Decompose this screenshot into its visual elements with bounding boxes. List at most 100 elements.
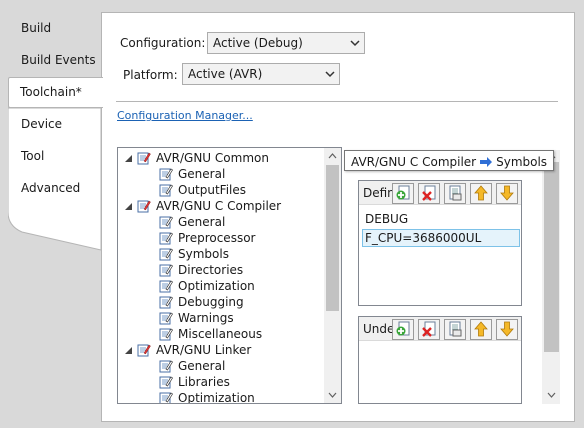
undefined-symbols-title: Unde — [363, 322, 395, 336]
edit-page-icon — [159, 392, 173, 403]
edit-page-icon — [159, 328, 173, 341]
tree-item-label: Preprocessor — [178, 231, 256, 245]
delete-symbol-button[interactable] — [418, 183, 440, 204]
edit-icon — [449, 321, 462, 337]
tree-item-label: General — [178, 167, 226, 181]
edit-page-icon — [159, 232, 173, 245]
edit-page-icon — [137, 200, 151, 213]
tree-item-general[interactable]: General — [159, 214, 225, 230]
tree-item-symbols[interactable]: Symbols — [159, 246, 229, 262]
tree-item-label: OutputFiles — [178, 183, 247, 197]
symbol-list-item[interactable]: DEBUG — [362, 210, 520, 228]
edit-symbol-button[interactable] — [444, 183, 466, 204]
right-arrow-icon — [480, 156, 493, 167]
collapse-triangle-icon[interactable] — [124, 154, 133, 163]
move-down-button[interactable] — [496, 319, 518, 340]
add-symbol-button[interactable] — [392, 183, 414, 204]
move-up-icon — [474, 185, 488, 201]
configuration-manager-link[interactable]: Configuration Manager... — [117, 109, 253, 122]
add-icon — [396, 185, 410, 200]
tree-node-avr-gnu-common[interactable]: AVR/GNU Common — [124, 150, 269, 166]
tree-item-label: General — [178, 359, 226, 373]
edit-page-icon — [159, 312, 173, 325]
configuration-label: Configuration: — [120, 36, 206, 50]
add-symbol-button[interactable] — [392, 319, 414, 340]
collapse-triangle-icon[interactable] — [124, 346, 133, 355]
edit-page-icon — [159, 168, 173, 181]
configuration-select[interactable]: Active (Debug) — [207, 32, 365, 54]
tree-item-label: Optimization — [178, 279, 255, 293]
delete-symbol-button[interactable] — [418, 319, 440, 340]
move-down-button[interactable] — [496, 183, 518, 204]
defined-symbols-panel: Defin DEBUG F_CPU=3686000UL — [358, 180, 522, 306]
edit-page-icon — [159, 264, 173, 277]
tree-item-outputfiles[interactable]: OutputFiles — [159, 182, 246, 198]
platform-label: Platform: — [123, 68, 178, 82]
edit-page-icon — [159, 248, 173, 261]
edit-page-icon — [137, 344, 151, 357]
scroll-up-icon[interactable] — [328, 152, 337, 161]
tree-item-preprocessor[interactable]: Preprocessor — [159, 230, 255, 246]
tree-item-warnings[interactable]: Warnings — [159, 310, 234, 326]
edit-page-icon — [159, 360, 173, 373]
tree-node-label: AVR/GNU C Compiler — [156, 199, 282, 213]
edit-page-icon — [159, 296, 173, 309]
delete-icon — [422, 321, 436, 337]
tree-item-label: Directories — [178, 263, 244, 277]
defined-symbols-toolbar: Defin — [359, 181, 521, 205]
edit-symbol-button[interactable] — [444, 319, 466, 340]
edit-page-icon — [159, 376, 173, 389]
tree-item-label: Libraries — [178, 375, 230, 389]
tree-item-debugging[interactable]: Debugging — [159, 294, 244, 310]
move-down-icon — [500, 321, 514, 337]
collapse-triangle-icon[interactable] — [124, 202, 133, 211]
tree-item-label: Symbols — [178, 247, 229, 261]
tree-item-label: Optimization — [178, 391, 255, 404]
tree-scrollbar[interactable] — [324, 148, 341, 403]
tooltip-right-label: Symbols — [496, 154, 548, 169]
tree-item-label: Warnings — [178, 311, 234, 325]
chevron-down-icon — [325, 71, 335, 78]
scroll-down-icon[interactable] — [547, 390, 556, 399]
panel-scrollbar-thumb[interactable] — [544, 162, 559, 352]
platform-select[interactable]: Active (AVR) — [182, 63, 340, 85]
panel-scrollbar[interactable] — [542, 150, 560, 404]
tree-item-label: Miscellaneous — [178, 327, 263, 341]
symbol-list-item-selected[interactable]: F_CPU=3686000UL — [362, 229, 520, 247]
tree-node-label: AVR/GNU Linker — [156, 343, 252, 357]
move-up-button[interactable] — [470, 319, 492, 340]
tooltip-left-label: AVR/GNU C Compiler — [351, 154, 477, 169]
tree-item-optimization[interactable]: Optimization — [159, 390, 255, 404]
platform-select-value: Active (AVR) — [188, 67, 263, 81]
undefined-symbols-toolbar: Unde — [359, 317, 521, 341]
move-down-icon — [500, 185, 514, 201]
toolchain-tree: AVR/GNU Common General OutputFiles AVR/G… — [117, 147, 342, 404]
tree-scrollbar-thumb[interactable] — [326, 165, 339, 311]
undefined-symbols-panel: Unde — [358, 316, 522, 404]
tree-item-label: Debugging — [178, 295, 244, 309]
chevron-down-icon — [350, 40, 360, 47]
tree-item-miscellaneous[interactable]: Miscellaneous — [159, 326, 262, 342]
edit-page-icon — [159, 280, 173, 293]
move-up-button[interactable] — [470, 183, 492, 204]
edit-page-icon — [137, 152, 151, 165]
scroll-down-icon[interactable] — [328, 390, 337, 399]
tree-node-avr-gnu-c-compiler[interactable]: AVR/GNU C Compiler — [124, 198, 281, 214]
edit-page-icon — [159, 184, 173, 197]
configuration-select-value: Active (Debug) — [213, 36, 303, 50]
tree-item-general[interactable]: General — [159, 358, 225, 374]
add-icon — [396, 321, 410, 336]
edit-icon — [449, 185, 462, 201]
tree-node-avr-gnu-linker[interactable]: AVR/GNU Linker — [124, 342, 251, 358]
tree-item-optimization[interactable]: Optimization — [159, 278, 255, 294]
tree-item-libraries[interactable]: Libraries — [159, 374, 230, 390]
tree-node-label: AVR/GNU Common — [156, 151, 269, 165]
separator — [116, 101, 558, 102]
tree-item-label: General — [178, 215, 226, 229]
move-up-icon — [474, 321, 488, 337]
tree-item-general[interactable]: General — [159, 166, 225, 182]
edit-page-icon — [159, 216, 173, 229]
tree-item-directories[interactable]: Directories — [159, 262, 243, 278]
defined-symbols-title: Defin — [363, 186, 395, 200]
breadcrumb-tooltip: AVR/GNU C Compiler Symbols — [344, 150, 555, 171]
